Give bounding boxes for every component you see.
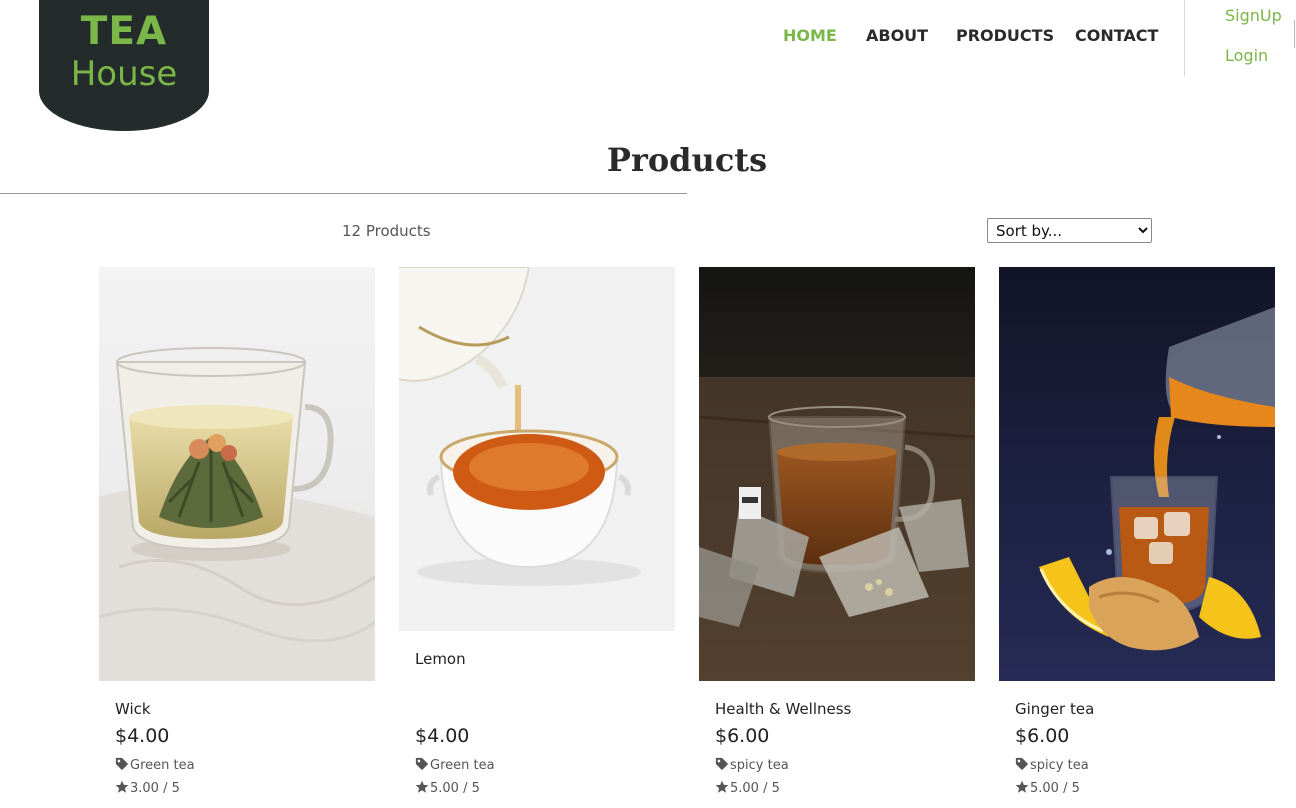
product-rating: 5.00 / 5 bbox=[415, 780, 480, 798]
product-price: $6.00 bbox=[1015, 725, 1070, 747]
edge-divider bbox=[1294, 20, 1295, 48]
nav-about[interactable]: ABOUT bbox=[866, 24, 928, 48]
product-price: $6.00 bbox=[715, 725, 770, 747]
nav-home[interactable]: HOME bbox=[783, 24, 837, 48]
product-image[interactable] bbox=[399, 267, 675, 631]
tag-icon bbox=[415, 757, 429, 771]
signup-link[interactable]: SignUp bbox=[1225, 5, 1282, 27]
tag-icon bbox=[115, 757, 129, 771]
login-link[interactable]: Login bbox=[1225, 45, 1268, 67]
product-name[interactable]: Ginger tea bbox=[1015, 699, 1094, 719]
product-name[interactable]: Wick bbox=[115, 699, 151, 719]
product-rating-label: 5.00 / 5 bbox=[730, 781, 780, 796]
product-image[interactable] bbox=[999, 267, 1275, 681]
nav-contact[interactable]: CONTACT bbox=[1075, 24, 1158, 48]
sort-select[interactable]: Sort by... bbox=[987, 218, 1152, 243]
product-category[interactable]: spicy tea bbox=[715, 757, 789, 775]
product-category[interactable]: Green tea bbox=[415, 757, 495, 775]
title-rule bbox=[0, 193, 687, 194]
logo-text-tea: TEA bbox=[80, 9, 168, 54]
product-category-label: spicy tea bbox=[1030, 758, 1089, 773]
product-name[interactable]: Lemon bbox=[415, 649, 466, 669]
product-price: $4.00 bbox=[115, 725, 170, 747]
product-rating-label: 5.00 / 5 bbox=[1030, 781, 1080, 796]
product-card[interactable]: Lemon $4.00 Green tea 5.00 / 5 bbox=[399, 267, 675, 808]
product-rating: 5.00 / 5 bbox=[1015, 780, 1080, 798]
product-card[interactable]: Wick $4.00 Green tea 3.00 / 5 bbox=[99, 267, 375, 808]
product-rating: 5.00 / 5 bbox=[715, 780, 780, 798]
product-category-label: Green tea bbox=[130, 758, 195, 773]
product-rating: 3.00 / 5 bbox=[115, 780, 180, 798]
product-category-label: spicy tea bbox=[730, 758, 789, 773]
product-category-label: Green tea bbox=[430, 758, 495, 773]
star-icon bbox=[115, 780, 129, 793]
tag-icon bbox=[1015, 757, 1029, 771]
star-icon bbox=[715, 780, 729, 793]
star-icon bbox=[1015, 780, 1029, 793]
product-image[interactable] bbox=[699, 267, 975, 681]
logo-text-house: House bbox=[70, 54, 178, 94]
product-name[interactable]: Health & Wellness bbox=[715, 699, 851, 719]
product-category[interactable]: Green tea bbox=[115, 757, 195, 775]
tag-icon bbox=[715, 757, 729, 771]
page-title: Products bbox=[606, 141, 768, 179]
product-card[interactable]: Ginger tea $6.00 spicy tea 5.00 / 5 bbox=[999, 267, 1275, 808]
product-price: $4.00 bbox=[415, 725, 470, 747]
product-count: 12 Products bbox=[342, 222, 431, 240]
star-icon bbox=[415, 780, 429, 793]
product-card[interactable]: Health & Wellness $6.00 spicy tea 5.00 /… bbox=[699, 267, 975, 808]
logo[interactable]: TEA House bbox=[39, 0, 209, 131]
product-rating-label: 3.00 / 5 bbox=[130, 781, 180, 796]
product-rating-label: 5.00 / 5 bbox=[430, 781, 480, 796]
nav-divider bbox=[1184, 0, 1185, 76]
product-category[interactable]: spicy tea bbox=[1015, 757, 1089, 775]
nav-products[interactable]: PRODUCTS bbox=[956, 24, 1054, 48]
product-image[interactable] bbox=[99, 267, 375, 681]
